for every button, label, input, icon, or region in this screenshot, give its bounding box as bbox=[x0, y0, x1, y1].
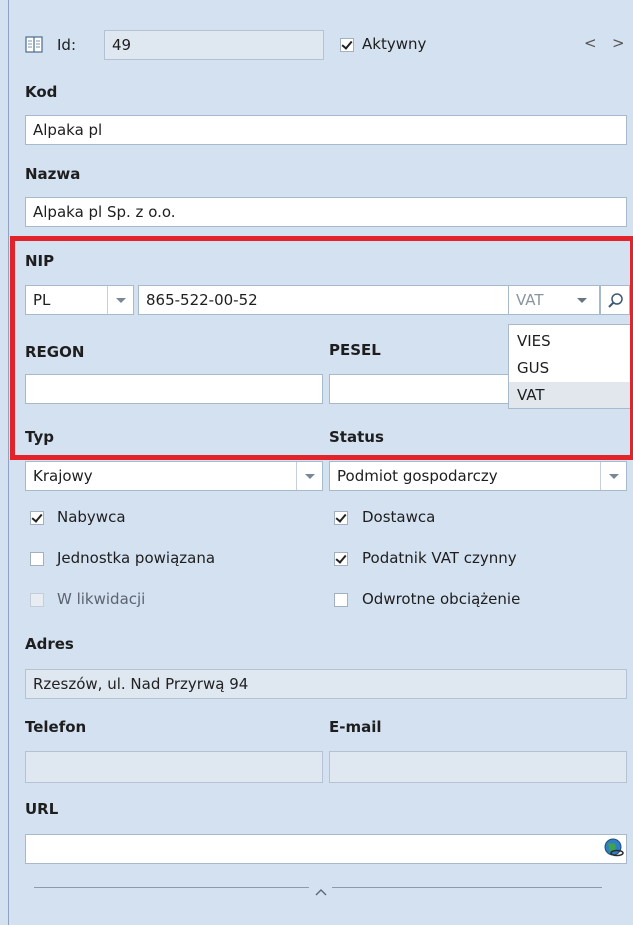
chevron-up-icon[interactable] bbox=[315, 882, 327, 900]
podatnik-checkbox[interactable] bbox=[334, 552, 348, 566]
podatnik-label: Podatnik VAT czynny bbox=[362, 549, 517, 567]
regon-label: REGON bbox=[25, 343, 85, 361]
telefon-label: Telefon bbox=[25, 718, 87, 736]
jednostka-label: Jednostka powiązana bbox=[57, 549, 216, 567]
id-field: 49 bbox=[104, 30, 324, 60]
chevron-down-icon[interactable] bbox=[577, 298, 587, 303]
nip-country-value: PL bbox=[33, 291, 51, 309]
nazwa-input[interactable]: Alpaka pl Sp. z o.o. bbox=[25, 197, 627, 227]
kod-label: Kod bbox=[25, 83, 58, 101]
typ-value: Krajowy bbox=[33, 467, 93, 485]
pesel-label: PESEL bbox=[329, 341, 381, 359]
nip-search-button[interactable] bbox=[600, 285, 630, 315]
url-input[interactable] bbox=[25, 834, 627, 864]
chevron-down-icon[interactable] bbox=[107, 286, 133, 314]
odwrotne-label: Odwrotne obciążenie bbox=[362, 590, 521, 608]
dropdown-option-vies[interactable]: VIES bbox=[509, 328, 633, 354]
chevron-down-icon[interactable] bbox=[600, 462, 626, 490]
status-value: Podmiot gospodarczy bbox=[337, 467, 498, 485]
active-label: Aktywny bbox=[362, 35, 427, 53]
nazwa-label: Nazwa bbox=[25, 165, 81, 183]
typ-select[interactable]: Krajowy bbox=[25, 461, 323, 491]
status-select[interactable]: Podmiot gospodarczy bbox=[329, 461, 627, 491]
nip-source-select[interactable]: VAT bbox=[508, 285, 600, 315]
dropdown-option-gus[interactable]: GUS bbox=[509, 355, 633, 381]
nip-source-value: VAT bbox=[516, 291, 544, 309]
pesel-input[interactable] bbox=[329, 374, 509, 404]
prev-record-arrow[interactable]: < bbox=[584, 34, 597, 52]
active-checkbox[interactable] bbox=[340, 38, 354, 52]
jednostka-checkbox[interactable] bbox=[30, 552, 44, 566]
adres-field[interactable]: Rzeszów, ul. Nad Przyrwą 94 bbox=[25, 669, 627, 699]
chevron-down-icon[interactable] bbox=[296, 462, 322, 490]
nabywca-checkbox[interactable] bbox=[30, 511, 44, 525]
collapse-divider bbox=[34, 887, 309, 888]
odwrotne-checkbox[interactable] bbox=[334, 593, 348, 607]
nabywca-label: Nabywca bbox=[57, 508, 126, 526]
dropdown-option-vat[interactable]: VAT bbox=[509, 382, 633, 408]
dostawca-label: Dostawca bbox=[362, 508, 436, 526]
nip-source-dropdown: VIES GUS VAT bbox=[508, 324, 633, 409]
email-field bbox=[329, 751, 627, 783]
regon-input[interactable] bbox=[25, 374, 323, 404]
kod-input[interactable]: Alpaka pl bbox=[25, 115, 627, 145]
book-icon bbox=[25, 36, 43, 53]
likwidacja-label: W likwidacji bbox=[57, 590, 146, 608]
typ-label: Typ bbox=[25, 428, 54, 446]
nip-label: NIP bbox=[25, 252, 55, 270]
search-icon bbox=[607, 291, 625, 314]
url-label: URL bbox=[25, 800, 59, 818]
status-label: Status bbox=[329, 428, 384, 446]
dostawca-checkbox[interactable] bbox=[334, 511, 348, 525]
id-label: Id: bbox=[57, 36, 76, 54]
globe-icon[interactable] bbox=[603, 837, 625, 863]
nip-input[interactable]: 865-522-00-52 bbox=[138, 285, 510, 315]
panel-left-border bbox=[8, 0, 9, 925]
likwidacja-checkbox bbox=[30, 593, 44, 607]
collapse-divider bbox=[332, 887, 602, 888]
email-label: E-mail bbox=[329, 718, 382, 736]
telefon-field bbox=[25, 751, 323, 783]
nip-country-select[interactable]: PL bbox=[25, 285, 134, 315]
adres-label: Adres bbox=[25, 635, 74, 653]
next-record-arrow[interactable]: > bbox=[612, 34, 625, 52]
